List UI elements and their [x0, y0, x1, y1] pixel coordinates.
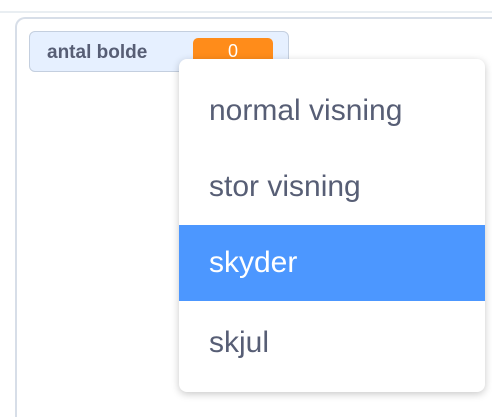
context-menu: normal visning stor visning skyder skjul	[179, 59, 485, 392]
monitor-label: antal bolde	[47, 42, 148, 63]
menu-item-slider[interactable]: skyder	[179, 225, 485, 301]
menu-item-normal-view[interactable]: normal visning	[179, 73, 485, 149]
menu-item-hide[interactable]: skjul	[179, 305, 485, 381]
top-divider	[0, 11, 492, 13]
menu-item-large-view[interactable]: stor visning	[179, 149, 485, 225]
